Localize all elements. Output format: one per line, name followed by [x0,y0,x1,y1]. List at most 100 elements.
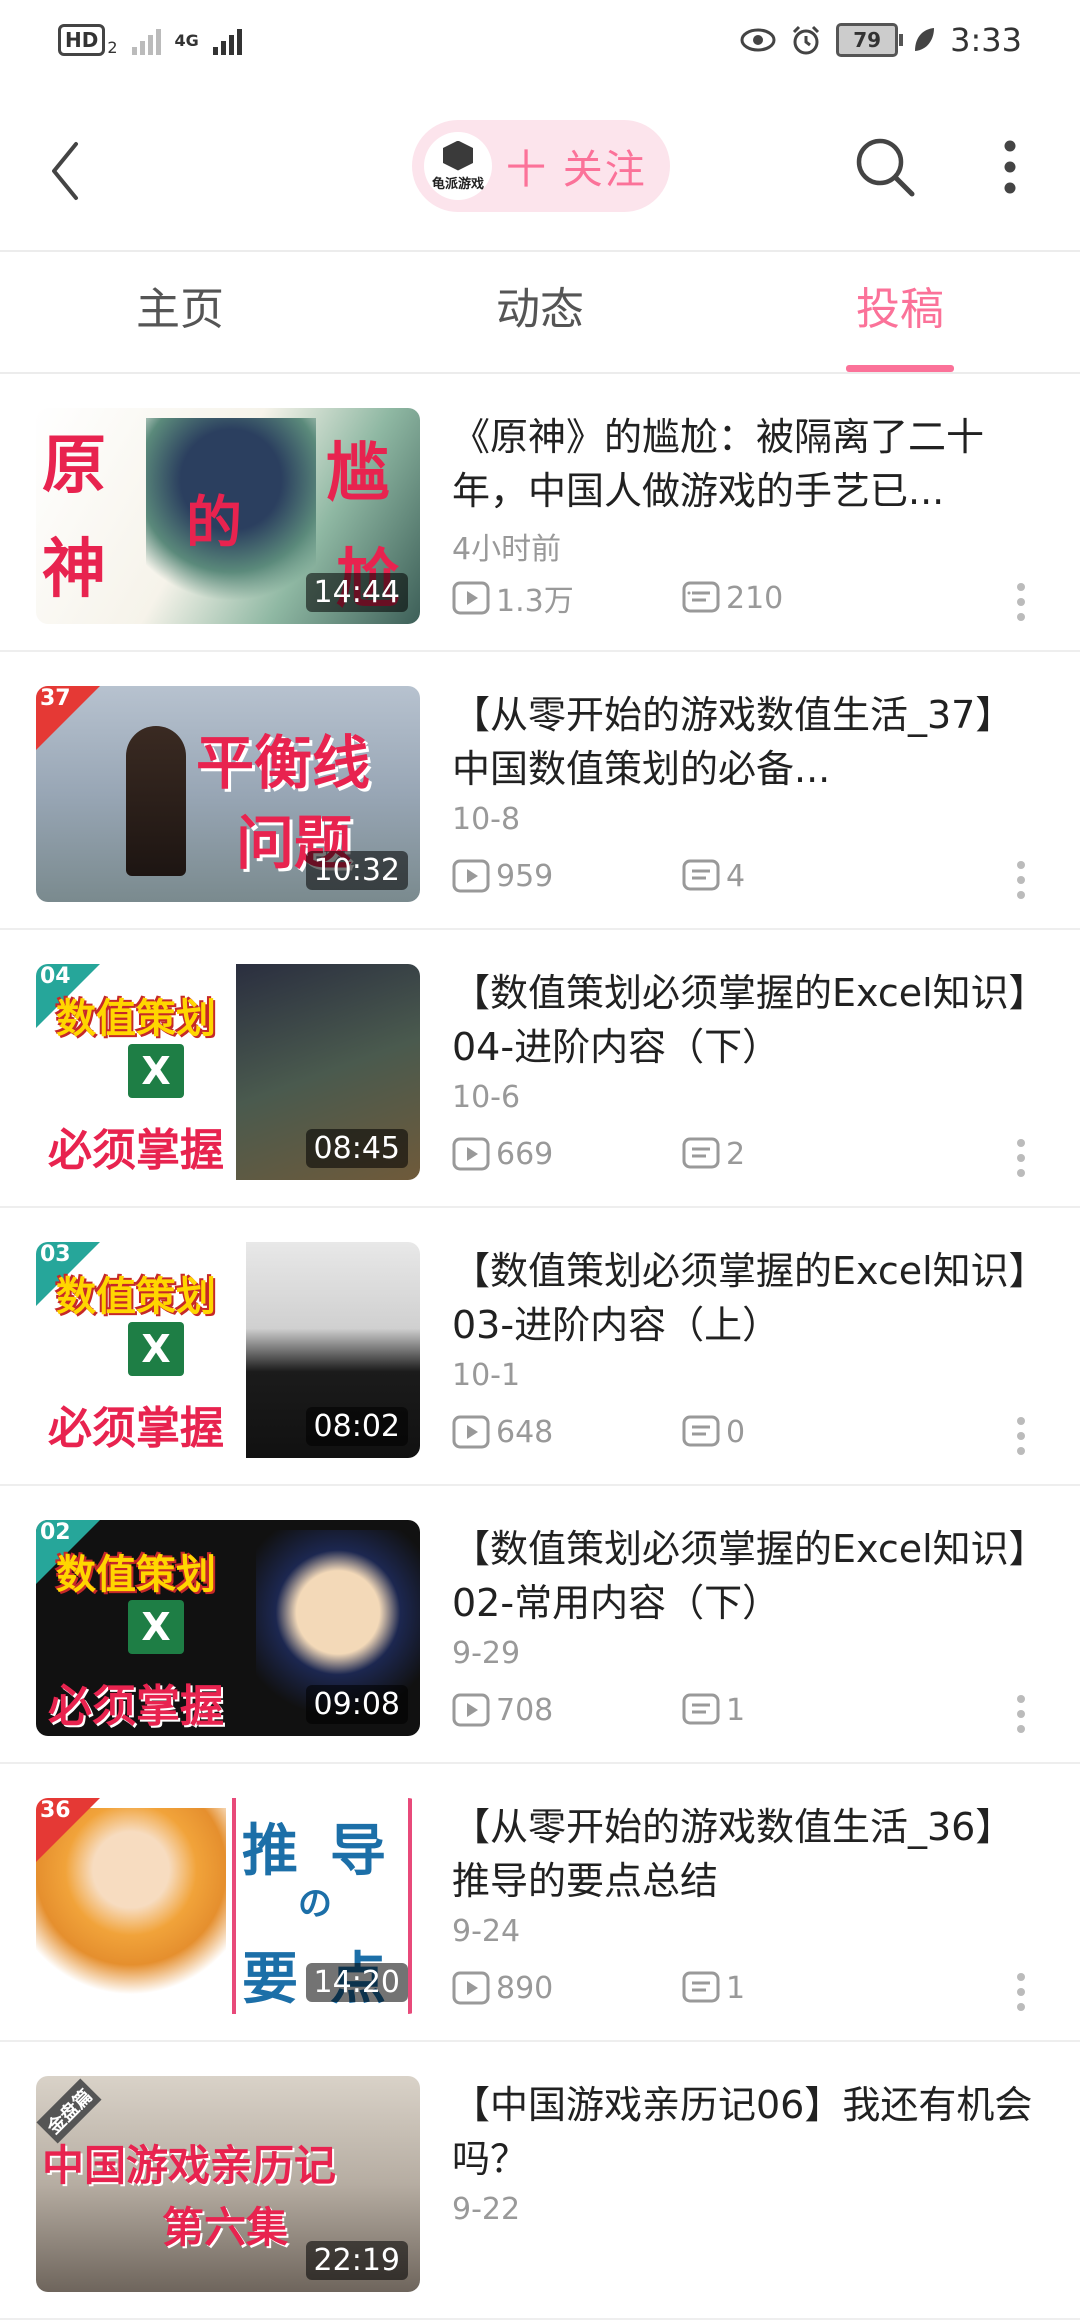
comment-count-value: 210 [726,580,784,616]
thumb-text: 推 [242,1819,298,1884]
play-count: 959 [452,854,553,898]
comment-count-icon [682,1415,720,1447]
video-title[interactable]: 【从零开始的游戏数值生活_36】推导的要点总结 [452,1800,1042,1910]
play-count-value: 890 [496,1970,554,2006]
video-thumbnail[interactable]: 原 神 尴 尬 的 14:44 [36,408,420,624]
video-thumbnail[interactable]: 36 推 导 の 要 点 14:20 [36,1798,420,2014]
video-date: 10-6 [452,1080,521,1115]
more-vertical-icon[interactable] [1006,1692,1036,1736]
video-item[interactable]: 36 推 导 の 要 点 14:20 【从零开始的游戏数值生活_36】推导的要点… [0,1764,1080,2042]
video-title[interactable]: 【数值策划必须掌握的Excel知识】04-进阶内容（下） [452,966,1042,1076]
comment-count-icon [682,859,720,891]
video-duration: 08:02 [305,1407,408,1446]
comment-count-value: 4 [726,858,746,894]
thumb-text: 原 [42,429,106,503]
clock-time: 3:33 [950,21,1022,59]
video-stats: 669 2 [452,1132,1052,1176]
play-count: 669 [452,1132,553,1176]
excel-icon: X [128,1322,184,1376]
video-stats: 708 1 [452,1688,1052,1732]
video-title[interactable]: 【数值策划必须掌握的Excel知识】02-常用内容（下） [452,1522,1042,1632]
tab-submissions-label: 投稿 [856,284,944,335]
video-title[interactable]: 《原神》的尴尬：被隔离了二十年，中国人做游戏的手艺已... [452,410,1042,520]
video-item[interactable]: 03 数值策划 X 必须掌握 08:02 【数值策划必须掌握的Excel知识】0… [0,1208,1080,1486]
thumb-text: 神 [42,533,106,607]
thumb-text: 必须掌握 [48,1403,224,1454]
excel-icon: X [128,1044,184,1098]
episode-badge-number: 37 [40,686,71,711]
more-vertical-icon[interactable] [1006,1414,1036,1458]
back-arrow-icon[interactable] [42,136,92,206]
comment-count: 210 [682,576,783,620]
video-stats: 1.3万 210 [452,576,1052,620]
search-icon[interactable] [852,134,918,200]
video-item[interactable]: 04 数值策划 X 必须掌握 08:45 【数值策划必须掌握的Excel知识】0… [0,930,1080,1208]
more-vertical-icon[interactable] [1006,1136,1036,1180]
video-duration: 10:32 [305,851,408,890]
video-title[interactable]: 【从零开始的游戏数值生活_37】中国数值策划的必备... [452,688,1042,798]
video-stats: 959 4 [452,854,1052,898]
play-count: 708 [452,1688,553,1732]
episode-badge-number: 36 [40,1798,71,1823]
video-thumbnail[interactable]: 04 数值策划 X 必须掌握 08:45 [36,964,420,1180]
video-item[interactable]: 37 平衡线 问题 10:32 【从零开始的游戏数值生活_37】中国数值策划的必… [0,652,1080,930]
thumb-text: 中国游戏亲历记 [42,2141,337,2190]
tab-home-label: 主页 [136,284,224,335]
thumb-text: 第六集 [162,2203,289,2252]
play-count: 890 [452,1966,553,2010]
comment-count-icon [682,1137,720,1169]
top-app-bar: 龟派游戏 十 关注 [0,90,1080,252]
more-vertical-icon[interactable] [1006,858,1036,902]
video-stats: 648 0 [452,1410,1052,1454]
alarm-icon [793,25,820,55]
thumbnail-divider [232,1798,236,2014]
comment-count: 4 [682,854,745,898]
thumb-text: 平衡线 [196,729,371,797]
video-thumbnail[interactable]: 37 平衡线 问题 10:32 [36,686,420,902]
play-count-icon [452,581,490,615]
video-item[interactable]: 原 神 尴 尬 的 14:44 《原神》的尴尬：被隔离了二十年，中国人做游戏的手… [0,374,1080,652]
video-item[interactable]: 金盘篇 中国游戏亲历记 第六集 22:19 【中国游戏亲历记06】我还有机会吗？… [0,2042,1080,2320]
profile-tabs: 主页 动态 投稿 [0,252,1080,374]
comment-count-value: 1 [726,1692,746,1728]
comment-count-icon [682,581,720,613]
follow-label: 十 关注 [506,147,647,193]
signal-2-icon [212,25,242,55]
video-date: 9-29 [452,1636,521,1671]
video-date: 10-8 [452,802,521,837]
video-thumbnail[interactable]: 02 数值策划 X 必须掌握 09:08 [36,1520,420,1736]
comment-count-value: 2 [726,1136,746,1172]
comment-count-icon [682,1693,720,1725]
tab-submissions[interactable]: 投稿 [800,252,1000,372]
comment-count-icon [682,1971,720,2003]
status-right: 79 3:33 [740,18,1022,62]
thumb-text: 尴 [326,437,390,511]
video-thumbnail[interactable]: 金盘篇 中国游戏亲历记 第六集 22:19 [36,2076,420,2292]
thumb-text: 导 [330,1819,386,1884]
video-title[interactable]: 【数值策划必须掌握的Excel知识】03-进阶内容（上） [452,1244,1042,1354]
comment-count: 1 [682,1688,745,1732]
video-date: 9-24 [452,1914,521,1949]
video-date: 4小时前 [452,532,562,567]
video-item[interactable]: 02 数值策划 X 必须掌握 09:08 【数值策划必须掌握的Excel知识】0… [0,1486,1080,1764]
video-title[interactable]: 【中国游戏亲历记06】我还有机会吗？ [452,2078,1042,2188]
avatar[interactable]: 龟派游戏 [424,132,492,200]
tab-home[interactable]: 主页 [80,252,280,372]
hd-sub-indicator: 2 [107,37,118,57]
more-vertical-icon[interactable] [990,136,1030,198]
comment-count-value: 0 [726,1414,746,1450]
tab-dynamics[interactable]: 动态 [440,252,640,372]
more-vertical-icon[interactable] [1006,580,1036,624]
video-thumbnail[interactable]: 03 数值策划 X 必须掌握 08:02 [36,1242,420,1458]
more-vertical-icon[interactable] [1006,1970,1036,2014]
network-type: 4G [174,30,199,50]
avatar-logo-text: 龟派游戏 [431,176,484,192]
play-count-icon [452,859,490,893]
video-duration: 14:44 [305,573,408,612]
play-count-value: 708 [496,1692,554,1728]
follow-button[interactable]: 龟派游戏 十 关注 [412,120,670,212]
comment-count: 2 [682,1132,745,1176]
comment-count: 0 [682,1410,745,1454]
thumb-text: の [298,1884,332,1924]
play-count-value: 959 [496,858,554,894]
